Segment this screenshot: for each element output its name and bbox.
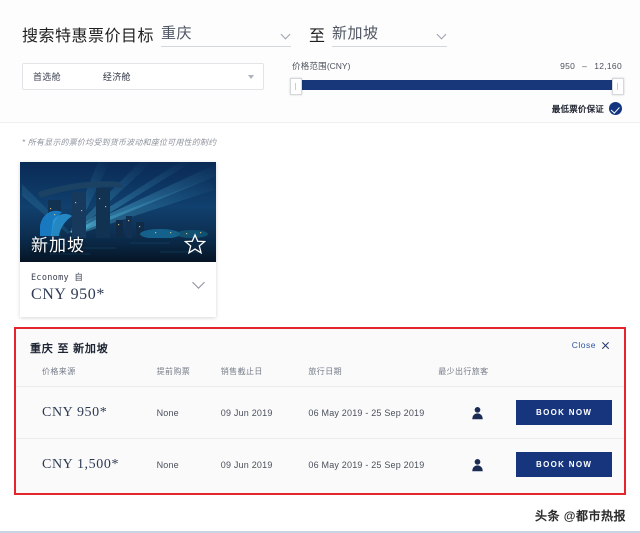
book-now-button[interactable]: BOOK NOW: [516, 400, 613, 425]
column-header-travel-dates: 旅行日期: [308, 367, 342, 376]
favorite-star-icon[interactable]: [184, 233, 206, 255]
cabin-class-label: 首选舱: [33, 72, 61, 82]
slider-handle-min[interactable]: [290, 78, 302, 95]
price-range-dash: –: [582, 61, 588, 71]
passenger-icon: [471, 406, 483, 419]
fare-price-value: CNY 950*: [42, 404, 108, 420]
chevron-down-icon: [438, 31, 447, 40]
fare-price-cell: CNY 1,500*: [16, 438, 157, 490]
destination-city-label: 新加坡: [31, 236, 85, 255]
to-label: 至: [309, 28, 326, 45]
price-min-value: 950: [560, 61, 576, 71]
fare-disclaimer: * 所有显示的票价均受到货币波动和座位可用性的制约: [22, 138, 217, 147]
price-currency-note: (CNY): [326, 61, 351, 71]
min-passengers-cell: [438, 386, 517, 439]
fare-results-header: 重庆 至 新加坡 Close: [16, 329, 624, 356]
card-fare-block: Economy 自 CNY 950*: [31, 271, 105, 304]
table-row[interactable]: CNY 950* None 09 Jun 2019 06 May 2019 - …: [16, 386, 624, 439]
price-range-slider[interactable]: [290, 78, 624, 95]
book-cell: BOOK NOW: [516, 438, 624, 490]
sale-end-date-cell: 09 Jun 2019: [220, 386, 309, 439]
price-range-values: 950–12,160: [560, 61, 622, 71]
card-fare-price: CNY 950*: [31, 286, 105, 303]
sale-end-date-cell: 09 Jun 2019: [220, 438, 309, 490]
guarantee-label: 最低票价保证: [551, 103, 604, 114]
column-header-min-passengers: 最少出行旅客: [438, 367, 489, 376]
table-row[interactable]: CNY 1,500* None 09 Jun 2019 06 May 2019 …: [16, 438, 624, 490]
price-range-filter: 价格范围(CNY) 950–12,160: [290, 60, 624, 95]
advance-purchase-cell: None: [156, 386, 221, 439]
search-bar: 搜索特惠票价目标 重庆 至 新加坡 首选舱 经济舱 价格范围(CNY) 950–…: [0, 0, 640, 123]
fare-results-inner: 重庆 至 新加坡 Close 价格来源 提前购票 销售截止日 旅行日期 最少出行…: [16, 329, 624, 493]
route-selector-row: 搜索特惠票价目标 重庆 至 新加坡: [22, 22, 448, 47]
column-header-price-source: 价格来源: [42, 367, 76, 376]
check-circle-icon: [609, 102, 622, 115]
watermark: 头条 @都市热报: [534, 509, 626, 523]
fare-table-header-row: 价格来源 提前购票 销售截止日 旅行日期 最少出行旅客: [16, 366, 624, 387]
results-route-title: 重庆 至 新加坡: [30, 343, 109, 355]
destination-value: 新加坡: [332, 25, 379, 42]
book-now-button[interactable]: BOOK NOW: [516, 452, 613, 477]
search-heading: 搜索特惠票价目标: [22, 28, 155, 45]
min-passengers-cell: [438, 438, 517, 490]
card-cabin-label: Economy 自: [31, 273, 84, 283]
fare-price-cell: CNY 950*: [16, 386, 157, 439]
destination-photo: 新加坡: [20, 162, 216, 262]
cabin-class-select[interactable]: 首选舱 经济舱: [22, 63, 264, 90]
price-max-value: 12,160: [594, 61, 622, 71]
destination-card[interactable]: 新加坡 Economy 自 CNY 950*: [20, 162, 216, 317]
book-cell: BOOK NOW: [516, 386, 624, 439]
destination-card-body: Economy 自 CNY 950*: [20, 262, 216, 317]
chevron-down-icon: [282, 31, 291, 40]
origin-select[interactable]: 重庆: [161, 22, 292, 47]
passenger-icon: [471, 458, 483, 471]
destination-select[interactable]: 新加坡: [332, 22, 448, 47]
travel-dates-cell: 06 May 2019 - 25 Sep 2019: [308, 438, 439, 490]
column-header-book: [516, 366, 624, 387]
fare-table: 价格来源 提前购票 销售截止日 旅行日期 最少出行旅客 CNY 950* Non…: [16, 366, 624, 490]
slider-handle-max[interactable]: [612, 78, 624, 95]
slider-track: [292, 80, 622, 90]
travel-dates-cell: 06 May 2019 - 25 Sep 2019: [308, 386, 439, 439]
column-header-advance-purchase: 提前购票: [156, 367, 191, 376]
cabin-class-value: 经济舱: [102, 72, 131, 82]
chevron-down-icon: [248, 74, 254, 79]
card-expand-chevron-down-icon[interactable]: [193, 277, 205, 289]
origin-value: 重庆: [161, 25, 193, 42]
advance-purchase-cell: None: [156, 438, 221, 490]
close-label: Close: [571, 340, 596, 350]
close-icon: [601, 341, 610, 350]
fare-results-panel: 重庆 至 新加坡 Close 价格来源 提前购票 销售截止日 旅行日期 最少出行…: [14, 327, 626, 495]
lowest-fare-guarantee-badge: 最低票价保证: [552, 102, 622, 115]
close-results-button[interactable]: Close: [572, 340, 610, 350]
fare-price-value: CNY 1,500*: [42, 456, 120, 472]
column-header-sale-end-date: 销售截止日: [220, 367, 263, 376]
price-range-header: 价格范围(CNY) 950–12,160: [292, 60, 622, 72]
price-range-label: 价格范围(CNY): [292, 61, 351, 71]
